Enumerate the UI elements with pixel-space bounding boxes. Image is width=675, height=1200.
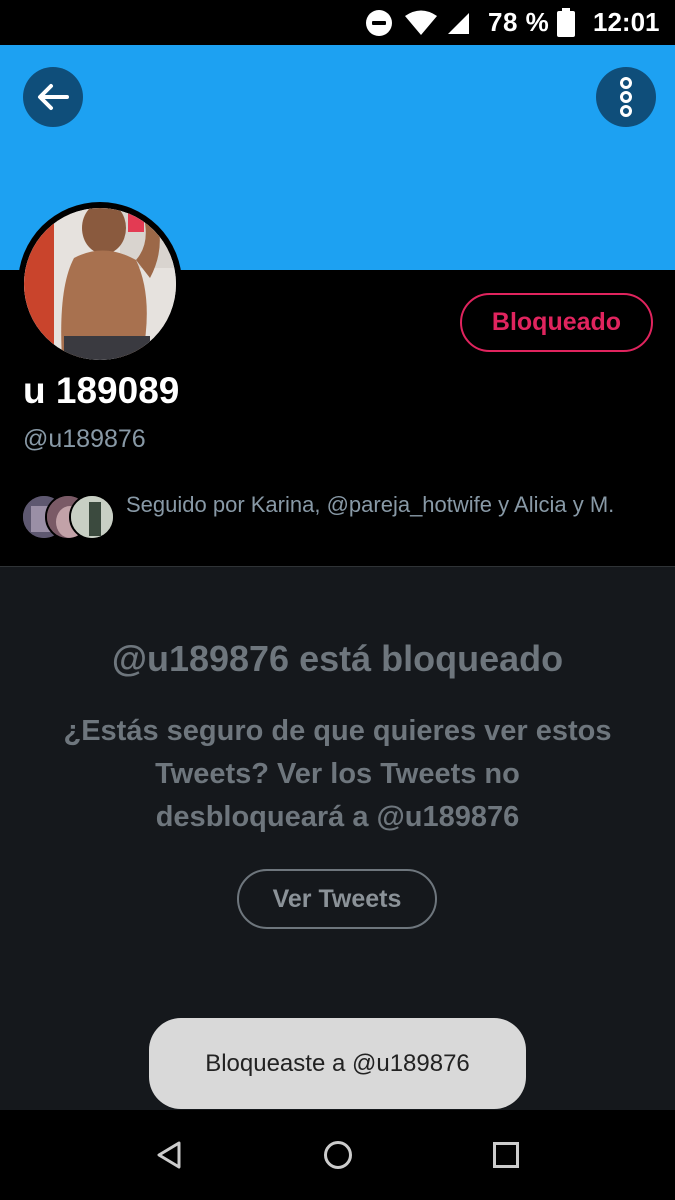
battery-percent: 78 % — [488, 7, 550, 37]
view-tweets-button[interactable]: Ver Tweets — [237, 869, 437, 929]
blocked-button[interactable]: Bloqueado — [460, 293, 653, 352]
signal-icon — [446, 0, 472, 45]
battery-icon — [556, 0, 576, 45]
wifi-icon — [404, 0, 440, 45]
more-vertical-icon — [620, 77, 632, 117]
follower-avatar — [69, 494, 115, 540]
nav-home-button[interactable] — [298, 1110, 378, 1200]
do-not-disturb-icon — [364, 0, 394, 45]
triangle-back-icon — [157, 1141, 181, 1169]
blocked-notice-title: @u189876 está bloqueado — [111, 638, 564, 679]
user-handle: @u189876 — [23, 425, 146, 453]
blocked-notice-body: ¿Estás seguro de que quieres ver estos T… — [63, 715, 612, 833]
followed-by-text[interactable]: Seguido por Karina, @pareja_hotwife y Al… — [126, 489, 646, 521]
arrow-left-icon — [38, 84, 69, 110]
display-name: u 189089 — [23, 370, 180, 411]
profile-avatar[interactable] — [18, 202, 182, 366]
followers-avatar-stack[interactable] — [21, 494, 117, 540]
nav-recents-button[interactable] — [466, 1110, 546, 1200]
clock: 12:01 — [593, 7, 660, 37]
more-options-button[interactable] — [596, 67, 656, 127]
status-bar: 78 % 12:01 — [0, 0, 675, 45]
circle-home-icon — [324, 1141, 352, 1169]
navigation-bar — [0, 1110, 675, 1200]
square-recents-icon — [493, 1142, 519, 1168]
back-button[interactable] — [23, 67, 83, 127]
nav-back-button[interactable] — [129, 1110, 209, 1200]
toast-message: Bloqueaste a @u189876 — [149, 1018, 526, 1109]
